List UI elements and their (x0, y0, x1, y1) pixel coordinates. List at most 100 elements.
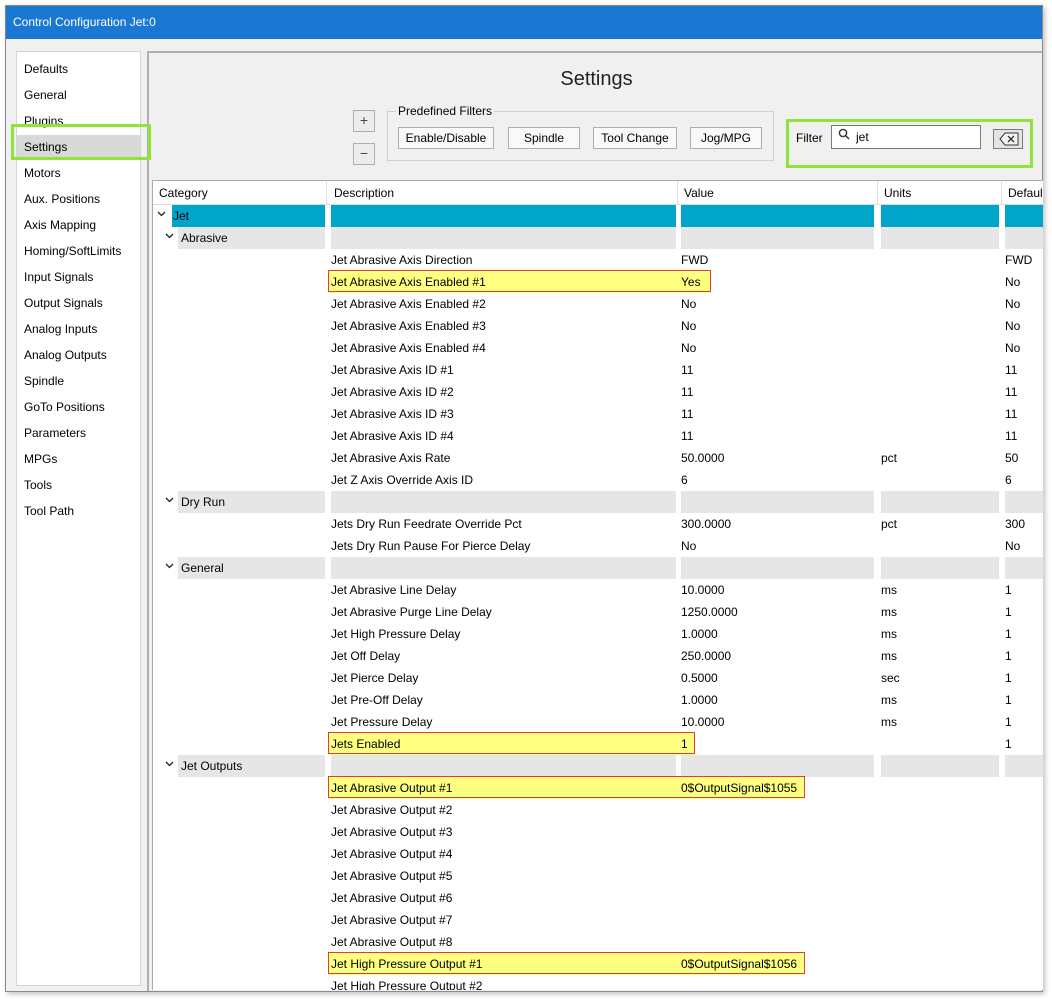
table-row[interactable]: Jet Abrasive Output #8 (153, 931, 1043, 953)
table-row[interactable]: Jet Abrasive Output #5 (153, 865, 1043, 887)
sidebar-item-goto-positions[interactable]: GoTo Positions (17, 395, 140, 419)
sidebar-item-analog-inputs[interactable]: Analog Inputs (17, 317, 140, 341)
cell-value[interactable] (681, 799, 874, 821)
sidebar-item-settings[interactable]: Settings (17, 135, 140, 159)
table-row[interactable]: Jets Dry Run Pause For Pierce Delay No No (153, 535, 1043, 557)
sidebar-item-plugins[interactable]: Plugins (17, 109, 140, 133)
cell-value[interactable] (681, 887, 874, 909)
cell-value[interactable] (681, 931, 874, 953)
cell-value[interactable]: 10.0000 (681, 579, 874, 601)
cell-value[interactable]: No (681, 535, 874, 557)
chevron-down-icon[interactable] (165, 561, 174, 573)
sidebar-item-parameters[interactable]: Parameters (17, 421, 140, 445)
cell-value[interactable]: 11 (681, 359, 874, 381)
chevron-down-icon[interactable] (165, 231, 174, 243)
cell-value[interactable]: 0$OutputSignal$1055 (681, 777, 874, 799)
cell-value[interactable]: Yes (681, 271, 874, 293)
chevron-down-icon[interactable] (165, 759, 174, 771)
group-row[interactable]: Jet Outputs (153, 755, 1043, 777)
sidebar-item-spindle[interactable]: Spindle (17, 369, 140, 393)
sidebar-item-homing-softlimits[interactable]: Homing/SoftLimits (17, 239, 140, 263)
table-row[interactable]: Jet Abrasive Output #2 (153, 799, 1043, 821)
column-header-description[interactable]: Description (328, 181, 678, 205)
sidebar-item-aux-positions[interactable]: Aux. Positions (17, 187, 140, 211)
column-header-default[interactable]: Default (1002, 181, 1043, 205)
table-row[interactable]: Jet Abrasive Axis ID #2 11 11 (153, 381, 1043, 403)
sidebar-item-axis-mapping[interactable]: Axis Mapping (17, 213, 140, 237)
table-row[interactable]: Jet Pressure Delay 10.0000 ms 1 (153, 711, 1043, 733)
cell-value[interactable] (681, 909, 874, 931)
cell-value[interactable]: 1250.0000 (681, 601, 874, 623)
cell-value[interactable]: 11 (681, 403, 874, 425)
table-row[interactable]: Jet Abrasive Axis Rate 50.0000 pct 50 (153, 447, 1043, 469)
table-row[interactable]: Jet High Pressure Output #2 (153, 975, 1043, 990)
table-row[interactable]: Jet High Pressure Output #1 0$OutputSigna… (153, 952, 1043, 975)
sidebar-item-motors[interactable]: Motors (17, 161, 140, 185)
table-row[interactable]: Jet Pre-Off Delay 1.0000 ms 1 (153, 689, 1043, 711)
group-row[interactable]: Abrasive (153, 227, 1043, 249)
filter-tool-change-button[interactable]: Tool Change (593, 127, 677, 149)
filter-jog-mpg-button[interactable]: Jog/MPG (690, 127, 762, 149)
group-row[interactable]: Dry Run (153, 491, 1043, 513)
cell-value[interactable]: FWD (681, 249, 874, 271)
clear-filter-button[interactable] (993, 129, 1023, 149)
sidebar-item-general[interactable]: General (17, 83, 140, 107)
cell-value[interactable]: 11 (681, 381, 874, 403)
table-row[interactable]: Jet Abrasive Axis Enabled #1 Yes No (153, 270, 1043, 293)
cell-value[interactable]: No (681, 293, 874, 315)
filter-enable-disable-button[interactable]: Enable/Disable (398, 127, 494, 149)
table-row[interactable]: Jet Abrasive Output #4 (153, 843, 1043, 865)
cell-value[interactable]: 1.0000 (681, 689, 874, 711)
cell-value[interactable]: No (681, 315, 874, 337)
cell-value[interactable]: 0.5000 (681, 667, 874, 689)
expand-all-icon[interactable]: + (353, 110, 375, 132)
collapse-all-icon[interactable]: − (353, 143, 375, 165)
cell-value[interactable] (681, 843, 874, 865)
table-row[interactable]: Jet Off Delay 250.0000 ms 1 (153, 645, 1043, 667)
cell-value[interactable]: 10.0000 (681, 711, 874, 733)
sidebar-item-input-signals[interactable]: Input Signals (17, 265, 140, 289)
chevron-down-icon[interactable] (165, 495, 174, 507)
table-row[interactable]: Jets Enabled 1 1 (153, 732, 1043, 755)
table-row[interactable]: Jet High Pressure Delay 1.0000 ms 1 (153, 623, 1043, 645)
sidebar-item-tool-path[interactable]: Tool Path (17, 499, 140, 523)
column-header-units[interactable]: Units (878, 181, 1002, 205)
cell-value[interactable]: No (681, 337, 874, 359)
sidebar-item-tools[interactable]: Tools (17, 473, 140, 497)
cell-value[interactable]: 6 (681, 469, 874, 491)
table-row[interactable]: Jets Dry Run Feedrate Override Pct 300.00… (153, 513, 1043, 535)
table-row[interactable]: Jet Abrasive Output #1 0$OutputSignal$105… (153, 776, 1043, 799)
column-header-value[interactable]: Value (678, 181, 878, 205)
table-row[interactable]: Jet Abrasive Purge Line Delay 1250.0000 ms… (153, 601, 1043, 623)
cell-value[interactable]: 11 (681, 425, 874, 447)
table-row[interactable]: Jet Abrasive Axis Enabled #3 No No (153, 315, 1043, 337)
cell-value[interactable]: 1 (681, 733, 874, 755)
group-row[interactable]: General (153, 557, 1043, 579)
sidebar-item-mpgs[interactable]: MPGs (17, 447, 140, 471)
cell-value[interactable]: 1.0000 (681, 623, 874, 645)
cell-value[interactable] (681, 975, 874, 990)
table-row[interactable]: Jet Abrasive Output #6 (153, 887, 1043, 909)
table-row[interactable]: Jet Abrasive Output #3 (153, 821, 1043, 843)
cell-value[interactable]: 300.0000 (681, 513, 874, 535)
cell-value[interactable]: 0$OutputSignal$1056 (681, 953, 874, 975)
sidebar-item-defaults[interactable]: Defaults (17, 57, 140, 81)
table-row[interactable]: Jet Abrasive Axis Enabled #2 No No (153, 293, 1043, 315)
cell-value[interactable]: 250.0000 (681, 645, 874, 667)
filter-input[interactable] (856, 129, 976, 145)
cell-value[interactable] (681, 865, 874, 887)
table-row[interactable]: Jet Abrasive Axis Enabled #4 No No (153, 337, 1043, 359)
table-row[interactable]: Jet Z Axis Override Axis ID 6 6 (153, 469, 1043, 491)
group-row[interactable]: Jet (153, 205, 1043, 227)
table-row[interactable]: Jet Abrasive Output #7 (153, 909, 1043, 931)
table-row[interactable]: Jet Abrasive Axis ID #3 11 11 (153, 403, 1043, 425)
sidebar-item-output-signals[interactable]: Output Signals (17, 291, 140, 315)
table-row[interactable]: Jet Abrasive Axis ID #4 11 11 (153, 425, 1043, 447)
chevron-down-icon[interactable] (157, 209, 166, 221)
cell-value[interactable] (681, 821, 874, 843)
column-header-category[interactable]: Category (153, 181, 327, 205)
cell-value[interactable]: 50.0000 (681, 447, 874, 469)
filter-spindle-button[interactable]: Spindle (508, 127, 580, 149)
table-row[interactable]: Jet Abrasive Axis Direction FWD FWD (153, 249, 1043, 271)
filter-field[interactable] (831, 125, 981, 149)
